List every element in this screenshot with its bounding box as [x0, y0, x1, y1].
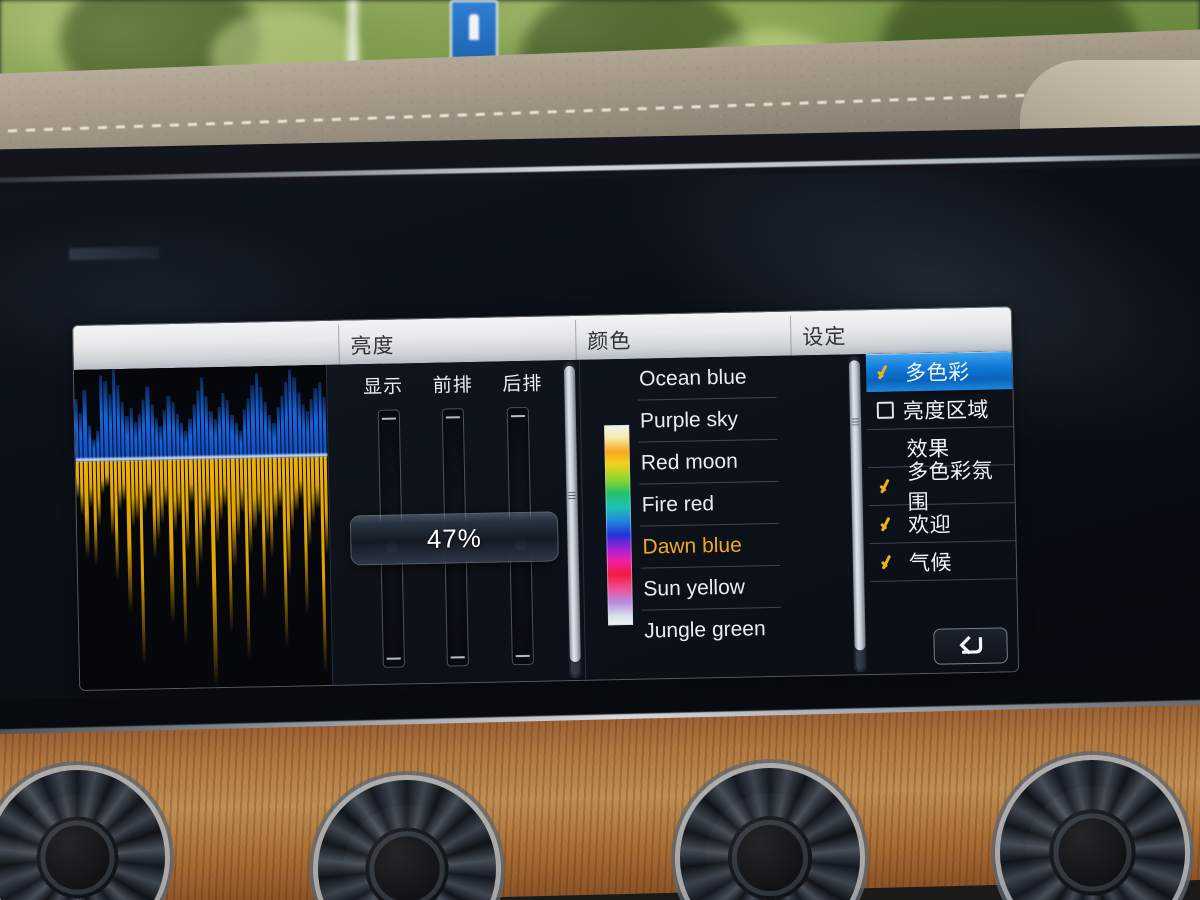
spectrum-bar — [87, 425, 92, 462]
header-section-color[interactable]: 颜色 — [575, 312, 791, 360]
color-list-item[interactable]: Jungle green — [642, 608, 782, 653]
slider-tick-max — [446, 416, 461, 419]
settings-list-item[interactable]: 气候 — [869, 541, 1017, 583]
header-section-brightness[interactable]: 亮度 — [338, 316, 576, 365]
spectrum-bar — [129, 407, 134, 461]
color-list-item[interactable]: Ocean blue — [636, 355, 777, 401]
slider-tick-max — [382, 417, 397, 420]
slider-tick-min — [515, 654, 530, 658]
checkbox-checked-icon[interactable] — [879, 515, 899, 533]
screen-watermark — [69, 246, 160, 261]
settings-list[interactable]: 多色彩 亮度区域 效果 多色彩氛围 欢迎 气候 — [865, 351, 1018, 674]
settings-item-label: 亮度区域 — [902, 398, 990, 423]
color-list[interactable]: Ocean blue Purple sky Red moon Fire red Dawn… — [636, 355, 782, 653]
settings-panel: 多色彩 亮度区域 效果 多色彩氛围 欢迎 气候 — [796, 351, 1018, 675]
spectrum-bar — [175, 413, 180, 460]
slider-label-front-row: 前排 — [432, 374, 473, 397]
audio-spectrum-visualizer — [73, 364, 333, 690]
settings-item-label: 多色彩 — [904, 361, 970, 386]
header-section-visualizer — [73, 321, 339, 370]
scrollbar-grip — [852, 418, 860, 426]
spectrum-bar — [179, 423, 184, 460]
color-list-item[interactable]: Fire red — [639, 481, 780, 527]
color-list-item[interactable]: Red moon — [638, 439, 779, 485]
settings-list-item[interactable]: 欢迎 — [868, 503, 1016, 545]
spectrum-bar — [171, 401, 176, 461]
spectrum-bar — [230, 414, 235, 459]
settings-item-label: 欢迎 — [907, 512, 952, 537]
spectrum-lower-bars — [75, 456, 333, 690]
settings-item-label: 气候 — [908, 550, 953, 575]
pedestrian-crossing-sign-icon — [450, 0, 498, 60]
settings-list-item[interactable]: 多色彩 — [865, 351, 1013, 393]
scrollbar-grip — [568, 491, 576, 500]
spectrum-bar — [225, 399, 231, 459]
spectrum-bar — [120, 401, 126, 462]
spectrum-bar — [105, 461, 109, 488]
header-section-settings[interactable]: 设定 — [790, 307, 1012, 355]
settings-list-scrollbar[interactable] — [847, 356, 868, 673]
checkbox-checked-icon[interactable] — [880, 553, 900, 571]
menu-body: 显示 前排 后排 47% Ocean blue Purple sky Red m… — [73, 351, 1019, 690]
settings-list-item[interactable]: 多色彩氛围 — [868, 459, 1015, 514]
back-button[interactable] — [933, 627, 1008, 665]
color-list-item[interactable]: Sun yellow — [640, 565, 781, 611]
color-list-item[interactable]: Dawn blue — [640, 523, 780, 569]
slider-label-display: 显示 — [362, 376, 404, 399]
back-arrow-icon — [959, 635, 983, 655]
checkbox-checked-icon[interactable] — [878, 477, 898, 495]
color-panel: Ocean blue Purple sky Red moon Fire red Dawn… — [562, 355, 802, 680]
brightness-value-pill[interactable]: 47% — [350, 512, 558, 565]
spectrum-upper-bars — [74, 365, 328, 462]
spectrum-bar — [268, 415, 273, 459]
scrollbar-thumb[interactable] — [848, 360, 866, 651]
checkbox-placeholder — [877, 439, 897, 457]
spectrum-bar — [150, 404, 155, 461]
checkbox-checked-icon[interactable] — [876, 363, 896, 381]
slider-tick-min — [386, 657, 401, 660]
ambient-lighting-menu: 亮度 颜色 设定 显示 前排 后排 47% Ocean blue Purple … — [73, 307, 1019, 690]
color-list-item[interactable]: Purple sky — [637, 397, 778, 443]
settings-list-item[interactable]: 亮度区域 — [866, 389, 1014, 431]
spectrum-bar — [263, 401, 268, 459]
checkbox-empty-icon[interactable] — [876, 401, 895, 419]
slider-labels: 显示 前排 后排 — [326, 368, 579, 400]
brightness-slider-group: 显示 前排 后排 47% — [326, 360, 585, 685]
spectrum-bar — [154, 418, 159, 461]
slider-label-rear-row: 后排 — [502, 373, 543, 396]
spectrum-bar — [234, 422, 239, 459]
color-gradient-swatch[interactable] — [604, 424, 634, 626]
slider-tick-max — [510, 414, 525, 418]
slider-tick-min — [451, 656, 466, 659]
brightness-value-text: 47% — [426, 522, 483, 554]
